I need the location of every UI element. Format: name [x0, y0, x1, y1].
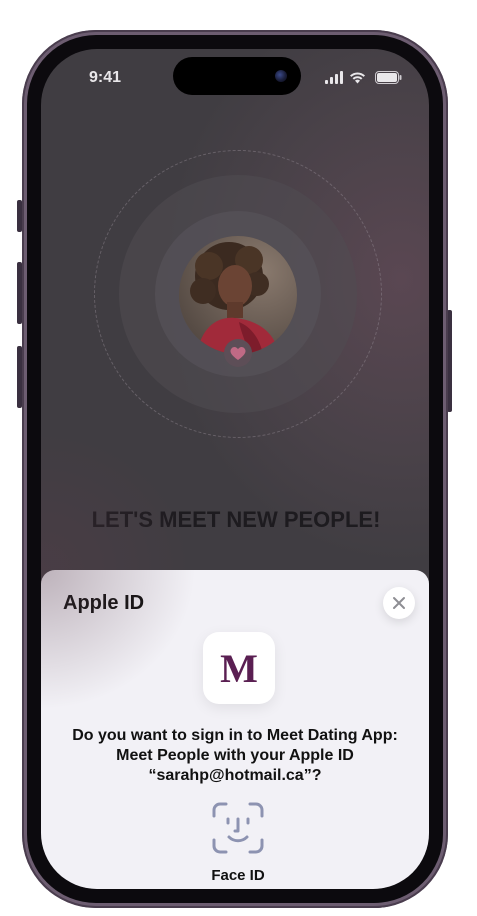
close-icon — [393, 597, 405, 609]
apple-id-sheet: Apple ID M Do you want to sign in to Mee… — [41, 570, 429, 889]
signal-icon — [325, 71, 343, 89]
app-logo: M — [220, 648, 258, 688]
battery-icon — [375, 71, 402, 89]
sheet-title: Apple ID — [63, 592, 145, 614]
prompt-line-2: Meet People with your Apple ID — [116, 747, 354, 764]
status-time: 9:41 — [89, 69, 122, 86]
heart-badge — [224, 339, 252, 367]
face-id-icon[interactable] — [212, 802, 264, 854]
close-button[interactable] — [383, 587, 415, 619]
prompt-line-1: Do you want to sign in to Meet Dating Ap… — [72, 727, 398, 744]
wifi-icon — [349, 71, 366, 89]
sign-in-prompt: Do you want to sign in to Meet Dating Ap… — [55, 726, 415, 786]
front-camera — [275, 70, 287, 82]
onboarding-headline: LET'S MEET NEW PEOPLE! — [91, 507, 381, 532]
app-logo-letter: M — [220, 648, 258, 688]
phone-screen: 9:41 LET'S MEET NEW PEOPLE! Apple ID M D… — [41, 49, 429, 889]
prompt-line-3: “sarahp@hotmail.ca”? — [148, 767, 322, 784]
app-icon: M — [203, 632, 275, 704]
profile-avatar — [179, 236, 297, 354]
face-id-label: Face ID — [211, 867, 265, 884]
dynamic-island — [173, 57, 301, 95]
